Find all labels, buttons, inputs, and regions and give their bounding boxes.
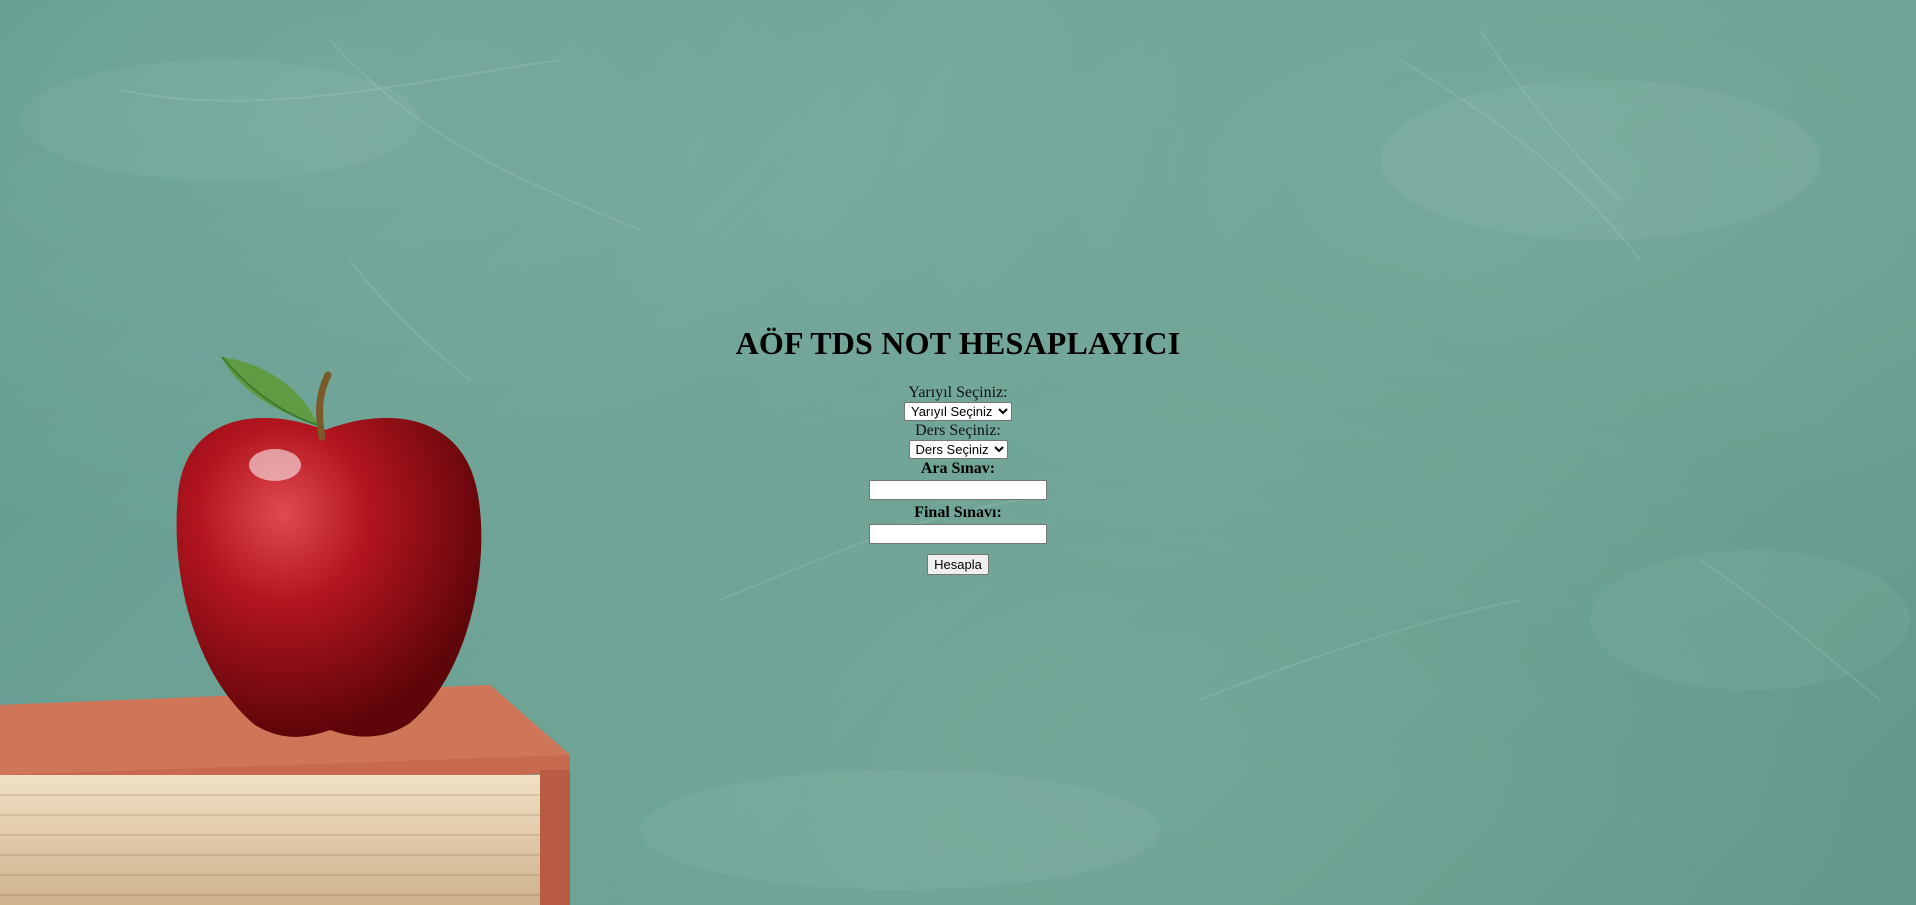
midterm-input[interactable] — [869, 480, 1047, 500]
course-select[interactable]: Ders Seçiniz — [908, 440, 1008, 459]
grade-calculator-form: Yarıyıl Seçiniz: Yarıyıl Seçiniz Ders Se… — [0, 384, 1916, 575]
course-label: Ders Seçiniz: — [915, 422, 1001, 439]
final-label: Final Sınavı: — [914, 504, 1002, 521]
final-input[interactable] — [869, 524, 1047, 544]
semester-label: Yarıyıl Seçiniz: — [908, 384, 1008, 401]
midterm-label: Ara Sınav: — [920, 460, 996, 477]
semester-select[interactable]: Yarıyıl Seçiniz — [904, 402, 1012, 421]
page-title: AÖF TDS NOT HESAPLAYICI — [735, 325, 1181, 361]
calculator-panel: AÖF TDS NOT HESAPLAYICI Yarıyıl Seçiniz:… — [0, 322, 1916, 575]
book-icon — [0, 685, 570, 905]
calculate-button[interactable]: Hesapla — [927, 554, 989, 575]
